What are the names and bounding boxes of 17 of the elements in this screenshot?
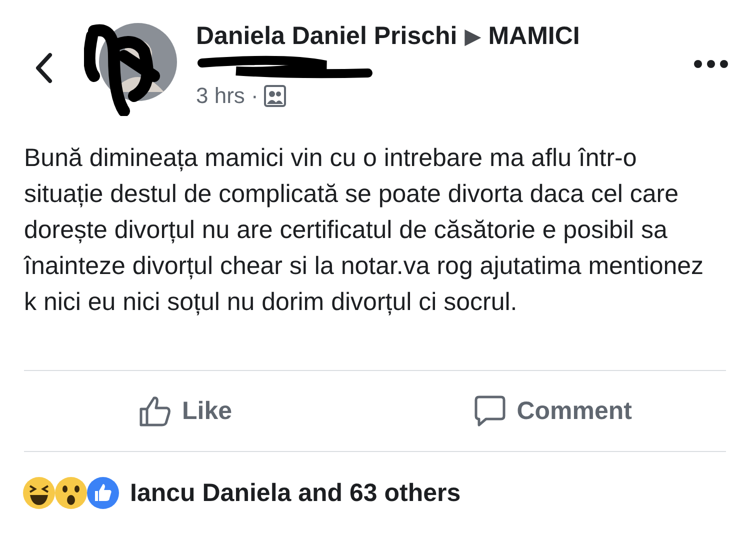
group-icon [264,85,286,107]
avatar[interactable] [98,22,178,102]
more-icon[interactable] [694,60,728,68]
like-button[interactable]: Like [134,390,236,432]
back-icon[interactable] [34,52,54,84]
group-name[interactable]: MAMICI [488,22,580,51]
author-name[interactable]: Daniela Daniel Prischi [196,22,458,51]
comment-button[interactable]: Comment [468,390,636,432]
separator-arrow: ▶ [465,25,480,49]
reaction-summary[interactable]: Iancu Daniela and 63 others [130,478,461,508]
post-text: Bună dimineața mamici vin cu o intrebare ma aflu într-o situație destul de complicată se poate divorta daca cel care dorește divorțul nu are certificatul de căsătorie e posibil sa înainteze divorțul chear si la notar.va rog ajutatima mentionez k nici eu nici soțul nu dorim divorțul ci socrul. [22,143,705,318]
speech-bubble-icon [472,394,507,428]
post-time: 3 hrs · [196,83,258,109]
thumbs-up-icon [138,394,172,428]
laughing-emoji-icon [22,476,56,510]
thumbs-up-icon [86,476,120,510]
surprised-emoji-icon [54,476,88,510]
